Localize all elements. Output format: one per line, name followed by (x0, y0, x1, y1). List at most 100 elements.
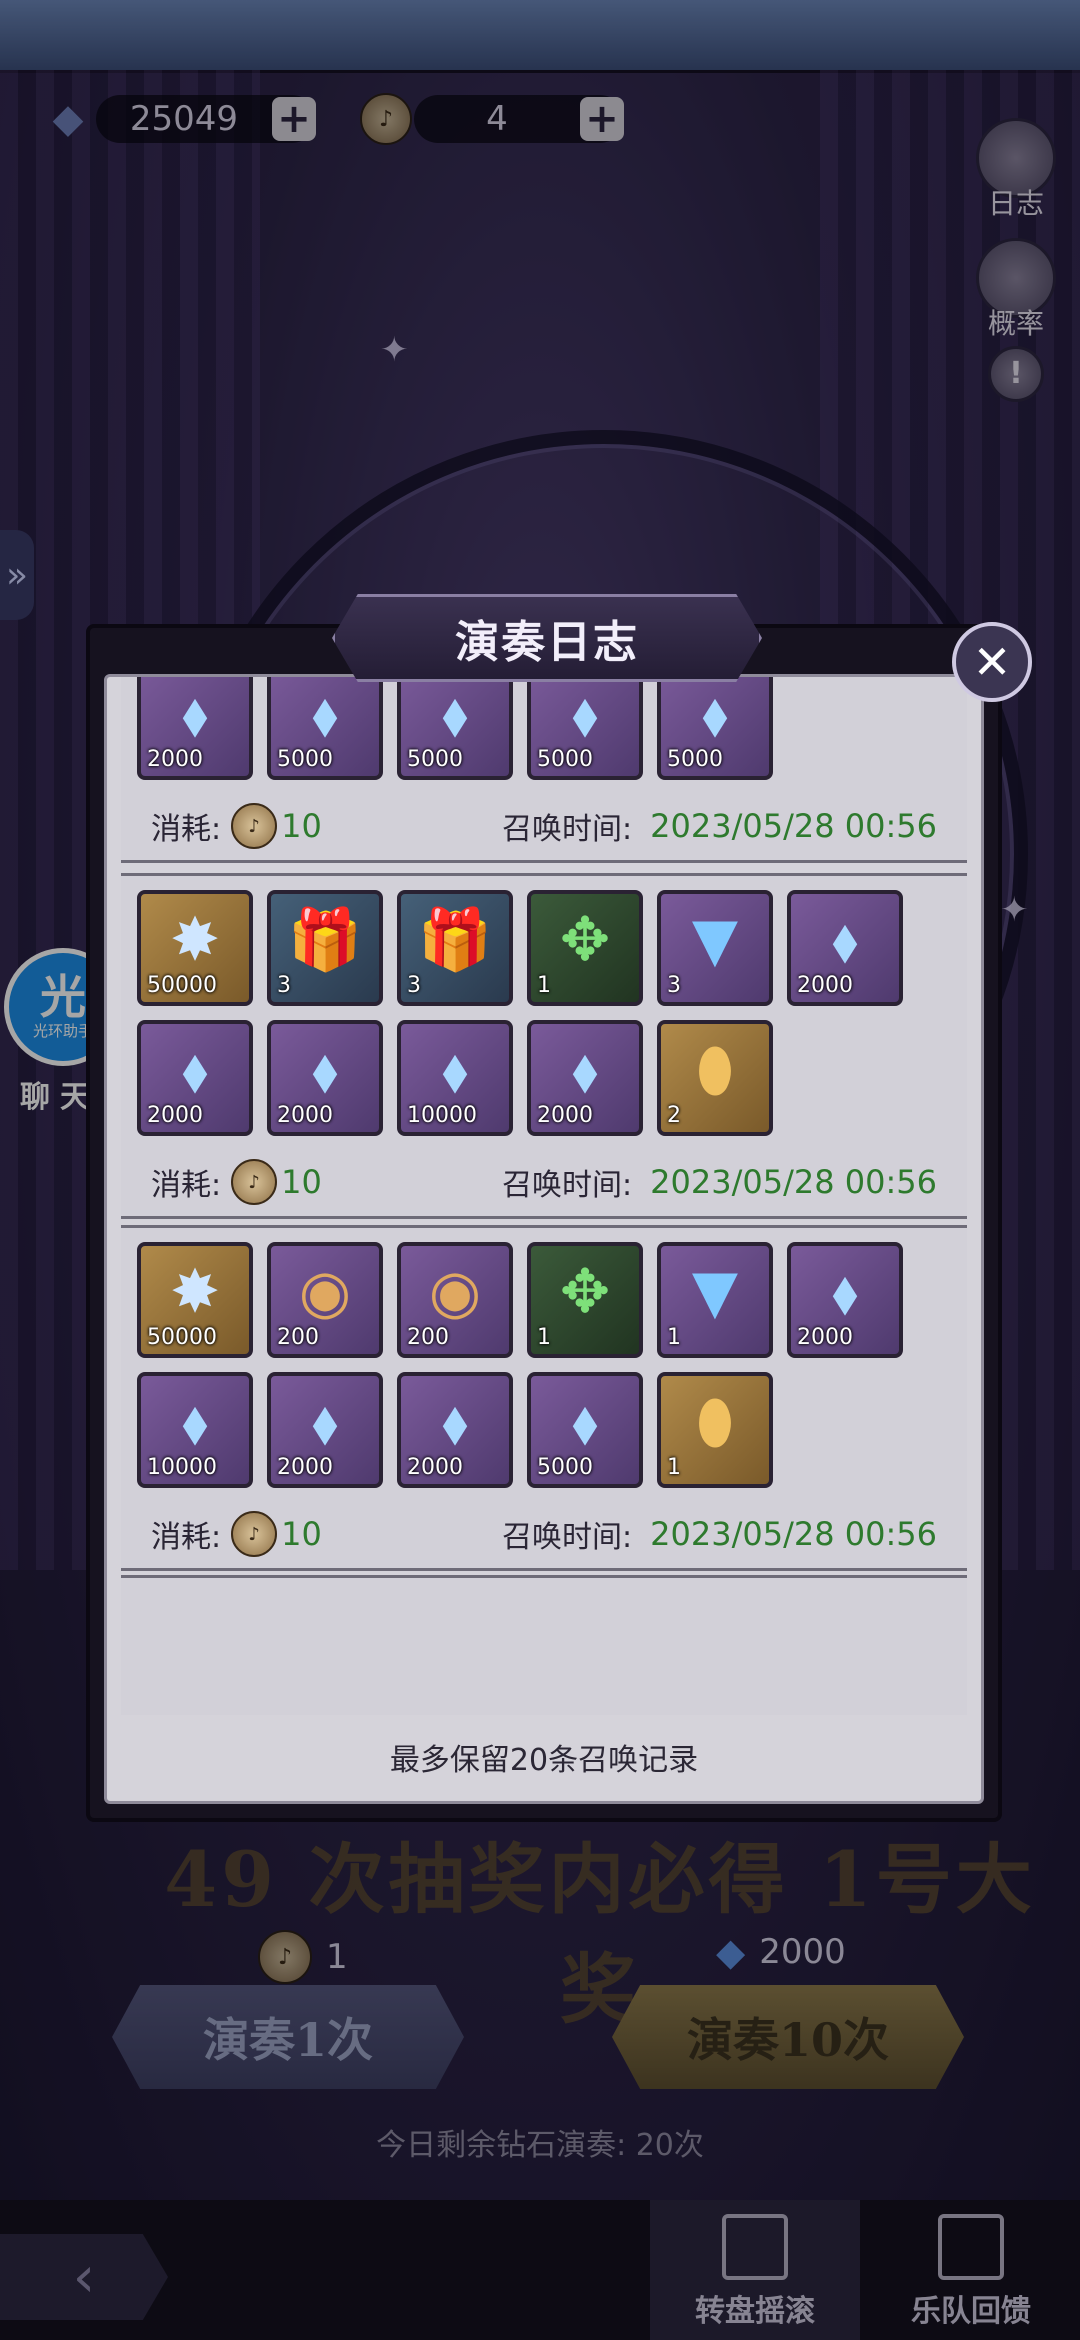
ticket-coin-icon: ♪ (231, 803, 278, 849)
reward-item[interactable]: ⬮ 2 (657, 1020, 773, 1136)
reward-item[interactable]: ⬧ 2000 (527, 1020, 643, 1136)
reward-qty: 5000 (537, 1455, 593, 1480)
cost-label: 消耗: (151, 1520, 222, 1555)
ticket-coin-icon: ♪ (231, 1159, 278, 1205)
exp-star-icon: ✸ (169, 1257, 221, 1327)
reward-qty: 5000 (277, 747, 333, 772)
reward-item[interactable]: ▼ 1 (657, 1242, 773, 1358)
reward-item[interactable]: ◉ 200 (267, 1242, 383, 1358)
summon-time: 2023/05/28 00:56 (650, 807, 937, 845)
entry-footer: 消耗: ♪ 10 召唤时间: 2023/05/28 00:56 (151, 1159, 937, 1205)
reward-qty: 2000 (147, 747, 203, 772)
time-label: 召唤时间: (502, 1520, 633, 1555)
reward-item[interactable]: ◉ 200 (397, 1242, 513, 1358)
bronze-orb-icon: ◉ (428, 1257, 482, 1327)
crystal-icon: ⬧ (181, 1387, 209, 1457)
reward-qty: 5000 (667, 747, 723, 772)
reward-item[interactable]: ⬧ 2000 (137, 1020, 253, 1136)
gold-shard-icon: ⬮ (696, 1035, 734, 1105)
reward-item[interactable]: ⬧ 5000 (397, 677, 513, 780)
summon-time: 2023/05/28 00:56 (650, 1163, 937, 1201)
cost-value: 10 (281, 1163, 322, 1201)
reward-qty: 2 (667, 1103, 681, 1128)
entry-footer: 消耗: ♪ 10 召唤时间: 2023/05/28 00:56 (151, 803, 937, 849)
crystal-icon: ⬧ (441, 1387, 469, 1457)
ticket-coin-icon: ♪ (231, 1511, 278, 1557)
reward-item[interactable]: ⬧ 2000 (397, 1372, 513, 1488)
log-entry: ✸ 50000 ◉ 200 ◉ 200 ✥ 1 ▼ 1 ⬧ 2000 ⬧ 10000 ⬧ 2000 ⬧ 2000 ⬧… (121, 1225, 967, 1571)
reward-grid: ✸50000🎁3◉1000◉200▼1⬧10000⬧2000⬧5000⬧5000… (137, 677, 957, 780)
cost-value: 10 (281, 1515, 322, 1553)
reward-qty: 2000 (277, 1455, 333, 1480)
record-limit-note: 最多保留20条召唤记录 (389, 1743, 699, 1778)
log-entry (121, 1575, 967, 1715)
summon-time: 2023/05/28 00:56 (650, 1515, 937, 1553)
tri-gem-icon: ▼ (691, 905, 739, 975)
reward-item[interactable]: ⬧ 5000 (267, 677, 383, 780)
reward-qty: 1 (667, 1325, 681, 1350)
reward-item[interactable]: ⬧ 2000 (267, 1020, 383, 1136)
gift-box-icon: 🎁 (417, 905, 493, 975)
reward-qty: 10000 (407, 1103, 477, 1128)
reward-qty: 5000 (407, 747, 463, 772)
gold-shard-icon: ⬮ (696, 1387, 734, 1457)
log-entry: ✸ 50000 🎁 3 🎁 3 ✥ 1 ▼ 3 ⬧ 2000 ⬧ 2000 ⬧ 2000 ⬧ 10000 ⬧ 2000… (121, 873, 967, 1219)
reward-qty: 200 (277, 1325, 319, 1350)
reward-qty: 2000 (147, 1103, 203, 1128)
reward-item[interactable]: 🎁 3 (267, 890, 383, 1006)
crystal-icon: ⬧ (701, 679, 729, 749)
reward-item[interactable]: ✥ 1 (527, 890, 643, 1006)
reward-qty: 5000 (537, 747, 593, 772)
entry-footer: 消耗: ♪ 10 召唤时间: 2023/05/28 00:56 (151, 1511, 937, 1557)
crystal-icon: ⬧ (831, 905, 859, 975)
reward-item[interactable]: ⬧ 10000 (137, 1372, 253, 1488)
reward-item[interactable]: ⬧ 2000 (787, 1242, 903, 1358)
reward-qty: 2000 (277, 1103, 333, 1128)
reward-item[interactable]: 🎁 3 (397, 890, 513, 1006)
tri-gem-icon: ▼ (691, 1257, 739, 1327)
reward-item[interactable]: ⬧ 10000 (397, 1020, 513, 1136)
crystal-icon: ⬧ (441, 1035, 469, 1105)
reward-item[interactable]: ⬧ 2000 (787, 890, 903, 1006)
crystal-icon: ⬧ (181, 1035, 209, 1105)
reward-qty: 50000 (147, 973, 217, 998)
reward-item[interactable]: ⬧ 5000 (527, 1372, 643, 1488)
reward-item[interactable]: ⬧ 5000 (657, 677, 773, 780)
reward-item[interactable]: ▼ 3 (657, 890, 773, 1006)
crystal-icon: ⬧ (311, 1387, 339, 1457)
time-label: 召唤时间: (502, 1168, 633, 1203)
cost-label: 消耗: (151, 1168, 222, 1203)
reward-qty: 1 (537, 1325, 551, 1350)
reward-qty: 1 (667, 1455, 681, 1480)
reward-item[interactable]: ⬧ 5000 (527, 677, 643, 780)
log-list[interactable]: ✸50000🎁3◉1000◉200▼1⬧10000⬧2000⬧5000⬧5000… (107, 677, 981, 1715)
reward-qty: 2000 (797, 1325, 853, 1350)
crystal-icon: ⬧ (181, 679, 209, 749)
crystal-icon: ⬧ (571, 679, 599, 749)
exp-star-icon: ✸ (169, 905, 221, 975)
reward-qty: 2000 (537, 1103, 593, 1128)
dialog-title-plate: 演奏日志 (332, 594, 762, 682)
dialog-title: 演奏日志 (455, 617, 639, 668)
cost-value: 10 (281, 807, 322, 845)
crystal-icon: ⬧ (571, 1387, 599, 1457)
reward-item[interactable]: ⬧ 2000 (137, 677, 253, 780)
reward-qty: 3 (407, 973, 421, 998)
dialog-body: ✸50000🎁3◉1000◉200▼1⬧10000⬧2000⬧5000⬧5000… (104, 674, 984, 1804)
reward-item[interactable]: ✸ 50000 (137, 890, 253, 1006)
log-entry: ✸50000🎁3◉1000◉200▼1⬧10000⬧2000⬧5000⬧5000… (121, 677, 967, 863)
reward-qty: 200 (407, 1325, 449, 1350)
reward-qty: 10000 (147, 1455, 217, 1480)
reward-qty: 1 (537, 973, 551, 998)
reward-item[interactable]: ✥ 1 (527, 1242, 643, 1358)
crystal-icon: ⬧ (311, 679, 339, 749)
reward-qty: 2000 (407, 1455, 463, 1480)
reward-item[interactable]: ✸ 50000 (137, 1242, 253, 1358)
time-label: 召唤时间: (502, 812, 633, 847)
reward-qty: 50000 (147, 1325, 217, 1350)
reward-item[interactable]: ⬧ 2000 (267, 1372, 383, 1488)
green-emblem-icon: ✥ (559, 905, 611, 975)
reward-item[interactable]: ⬮ 1 (657, 1372, 773, 1488)
close-button[interactable]: ✕ (952, 622, 1032, 702)
bronze-orb-icon: ◉ (298, 1257, 352, 1327)
